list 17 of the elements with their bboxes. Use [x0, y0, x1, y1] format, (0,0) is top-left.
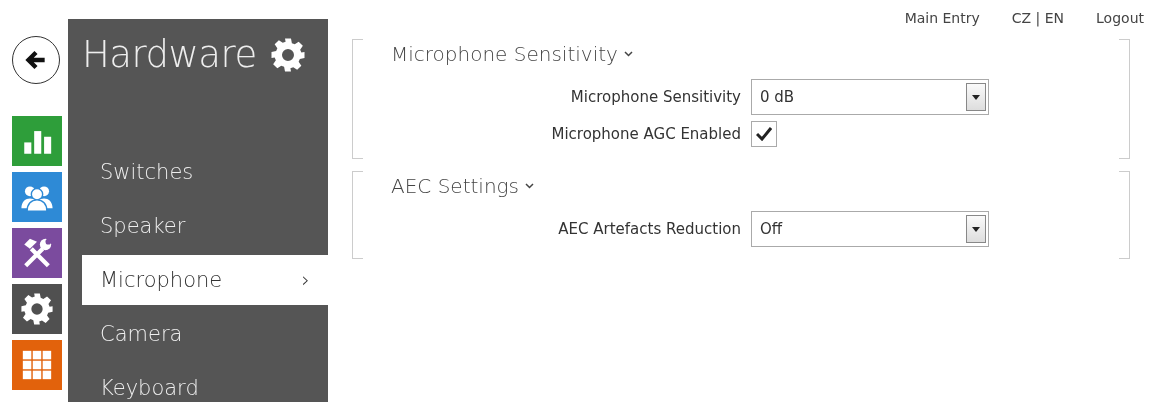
section-header[interactable]: Microphone Sensitivity	[391, 39, 633, 69]
field-label: Microphone Sensitivity	[569, 86, 741, 108]
top-link[interactable]: Logout	[1096, 8, 1144, 29]
field-label: Microphone AGC Enabled	[550, 123, 741, 145]
sidebar-title: Hardware	[82, 33, 257, 78]
sidebar-item[interactable]: Speaker	[82, 201, 328, 252]
top-link[interactable]: Main Entry	[904, 8, 980, 29]
field-label: AEC Artefacts Reduction	[557, 218, 741, 240]
section-header[interactable]: AEC Settings	[391, 171, 534, 201]
sidebar-item[interactable]: Camera	[82, 309, 328, 360]
sidebar-item[interactable]: Switches	[82, 147, 328, 198]
dropdown-field[interactable]: Off	[751, 211, 989, 247]
sidebar-item[interactable]: Keyboard	[82, 363, 328, 402]
sidebar-item[interactable]: Microphone ›	[82, 255, 328, 306]
top-link[interactable]: CZ | EN	[1011, 8, 1065, 29]
dropdown-field[interactable]: 0 dB	[751, 79, 989, 115]
chevron-icon: ›	[301, 264, 310, 297]
